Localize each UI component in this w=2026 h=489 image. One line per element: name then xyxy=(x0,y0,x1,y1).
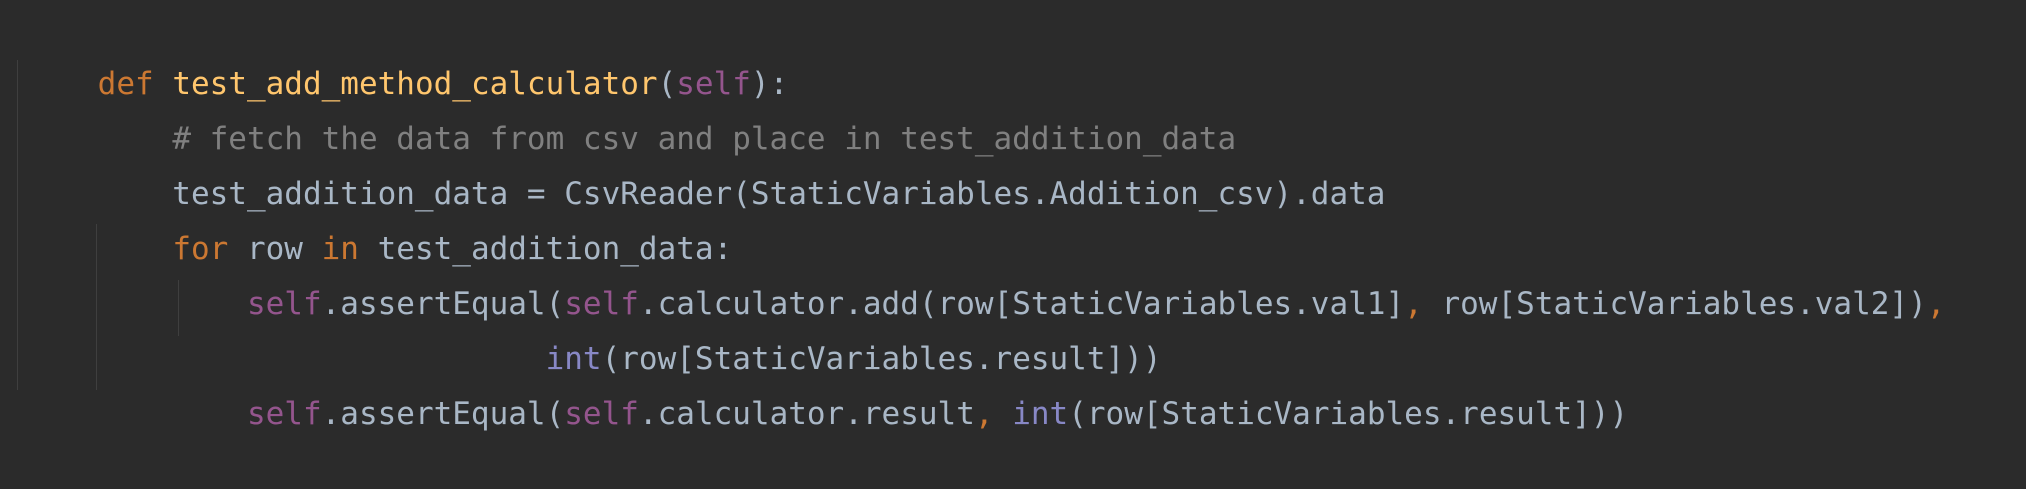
code-token: self xyxy=(246,396,322,432)
code-token: , xyxy=(1926,286,1946,322)
code-line[interactable]: def test_add_method_calculator(self): xyxy=(23,9,789,102)
code-editor[interactable]: def test_add_method_calculator(self): # … xyxy=(0,0,2026,436)
code-line[interactable]: for row in test_addition_data: xyxy=(23,174,732,267)
indent-guide xyxy=(17,60,18,390)
code-token: int xyxy=(1012,396,1069,432)
code-line[interactable]: self.assertEqual(self.calculator.add(row… xyxy=(23,229,1945,322)
code-line[interactable]: # fetch the data from csv and place in t… xyxy=(23,64,1236,157)
code-line[interactable]: self.assertEqual(self.calculator.result,… xyxy=(23,339,1628,432)
code-token: row[StaticVariables.val2]) xyxy=(1422,286,1927,322)
code-line[interactable]: test_addition_data = CsvReader(StaticVar… xyxy=(23,119,1385,212)
code-token: , xyxy=(1404,286,1423,322)
code-token: self xyxy=(564,396,639,432)
code-token: , xyxy=(974,396,994,432)
code-token: .calculator.result xyxy=(638,396,975,432)
code-token: (row[StaticVariables.result])) xyxy=(1068,396,1629,432)
code-line[interactable]: int(row[StaticVariables.result])) xyxy=(23,284,1162,377)
code-token: .assertEqual( xyxy=(321,396,565,432)
